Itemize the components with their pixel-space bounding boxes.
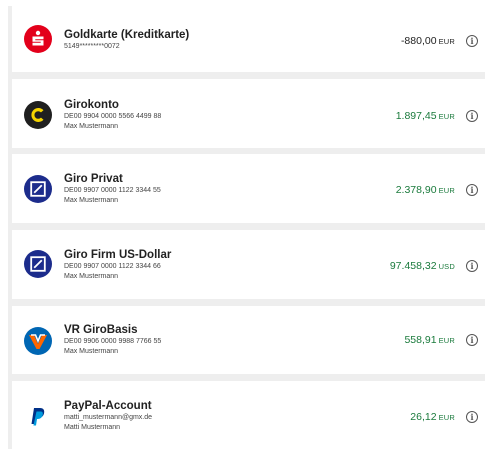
balance-currency: EUR bbox=[438, 413, 455, 422]
info-glyph: i bbox=[470, 335, 474, 345]
account-balance: 2.378,90 EUR bbox=[396, 184, 455, 197]
deutsche-bank-icon bbox=[24, 175, 52, 203]
account-holder: Max Mustermann bbox=[64, 348, 119, 355]
info-icon[interactable]: i bbox=[466, 184, 478, 196]
balance-amount: 558,91 bbox=[404, 334, 437, 346]
account-balance: 26,12 EUR bbox=[410, 411, 455, 424]
info-icon[interactable]: i bbox=[466, 334, 478, 346]
account-card-giro-firm-usd[interactable]: Giro Firm US-Dollar DE00 9907 0000 1122 … bbox=[12, 230, 485, 299]
account-card-number: 5149*********0072 bbox=[64, 43, 120, 50]
account-name: Giro Firm US-Dollar bbox=[64, 249, 172, 261]
account-card-vr-girobasis[interactable]: VR GiroBasis DE00 9906 0000 9988 7766 55… bbox=[12, 306, 485, 374]
balance-amount: 1.897,45 bbox=[395, 110, 437, 122]
account-email: matti_mustermann@gmx.de bbox=[64, 414, 153, 421]
info-icon[interactable]: i bbox=[466, 35, 478, 47]
balance-currency: EUR bbox=[438, 186, 455, 195]
balance-currency: EUR bbox=[438, 336, 455, 345]
account-iban: DE00 9904 0000 5566 4499 88 bbox=[64, 113, 162, 120]
volksbank-icon bbox=[24, 327, 52, 355]
account-balance: 558,91 EUR bbox=[404, 334, 455, 347]
balance-currency: EUR bbox=[438, 37, 455, 46]
account-iban: DE00 9907 0000 1122 3344 55 bbox=[64, 187, 161, 194]
info-icon[interactable]: i bbox=[466, 411, 478, 423]
account-list: Goldkarte (Kreditkarte) 5149*********007… bbox=[8, 6, 485, 449]
account-card-goldkarte[interactable]: Goldkarte (Kreditkarte) 5149*********007… bbox=[12, 6, 485, 72]
info-glyph: i bbox=[470, 36, 474, 46]
account-card-girokonto[interactable]: Girokonto DE00 9904 0000 5566 4499 88 Ma… bbox=[12, 79, 485, 148]
account-name: Goldkarte (Kreditkarte) bbox=[64, 29, 190, 41]
account-card-giro-privat[interactable]: Giro Privat DE00 9907 0000 1122 3344 55 … bbox=[12, 154, 485, 223]
info-glyph: i bbox=[470, 412, 474, 422]
account-iban: DE00 9906 0000 9988 7766 55 bbox=[64, 338, 162, 345]
sparkasse-icon bbox=[24, 25, 52, 53]
account-name: Girokonto bbox=[64, 99, 119, 111]
account-name: Giro Privat bbox=[64, 173, 123, 185]
balance-amount: 97.458,32 bbox=[389, 260, 437, 272]
balance-currency: USD bbox=[438, 262, 455, 271]
account-iban: DE00 9907 0000 1122 3344 66 bbox=[64, 263, 161, 270]
info-glyph: i bbox=[470, 185, 474, 195]
balance-currency: EUR bbox=[438, 112, 455, 121]
commerzbank-icon bbox=[24, 101, 52, 129]
account-name: PayPal-Account bbox=[64, 400, 152, 412]
account-name: VR GiroBasis bbox=[64, 324, 138, 336]
info-glyph: i bbox=[470, 111, 474, 121]
account-holder: Matti Mustermann bbox=[64, 424, 121, 431]
info-icon[interactable]: i bbox=[466, 110, 478, 122]
account-balance: 97.458,32 USD bbox=[390, 260, 455, 273]
paypal-icon bbox=[24, 403, 52, 431]
balance-amount: 26,12 bbox=[410, 411, 437, 423]
account-holder: Max Mustermann bbox=[64, 123, 119, 130]
account-holder: Max Mustermann bbox=[64, 197, 119, 204]
balance-amount: -880,00 bbox=[400, 35, 437, 47]
balance-amount: 2.378,90 bbox=[395, 184, 437, 196]
account-balance: -880,00 EUR bbox=[401, 35, 455, 48]
info-glyph: i bbox=[470, 261, 474, 271]
account-card-paypal[interactable]: PayPal-Account matti_mustermann@gmx.de M… bbox=[12, 381, 485, 449]
account-holder: Max Mustermann bbox=[64, 273, 119, 280]
deutsche-bank-icon bbox=[24, 250, 52, 278]
info-icon[interactable]: i bbox=[466, 260, 478, 272]
account-balance: 1.897,45 EUR bbox=[396, 110, 455, 123]
